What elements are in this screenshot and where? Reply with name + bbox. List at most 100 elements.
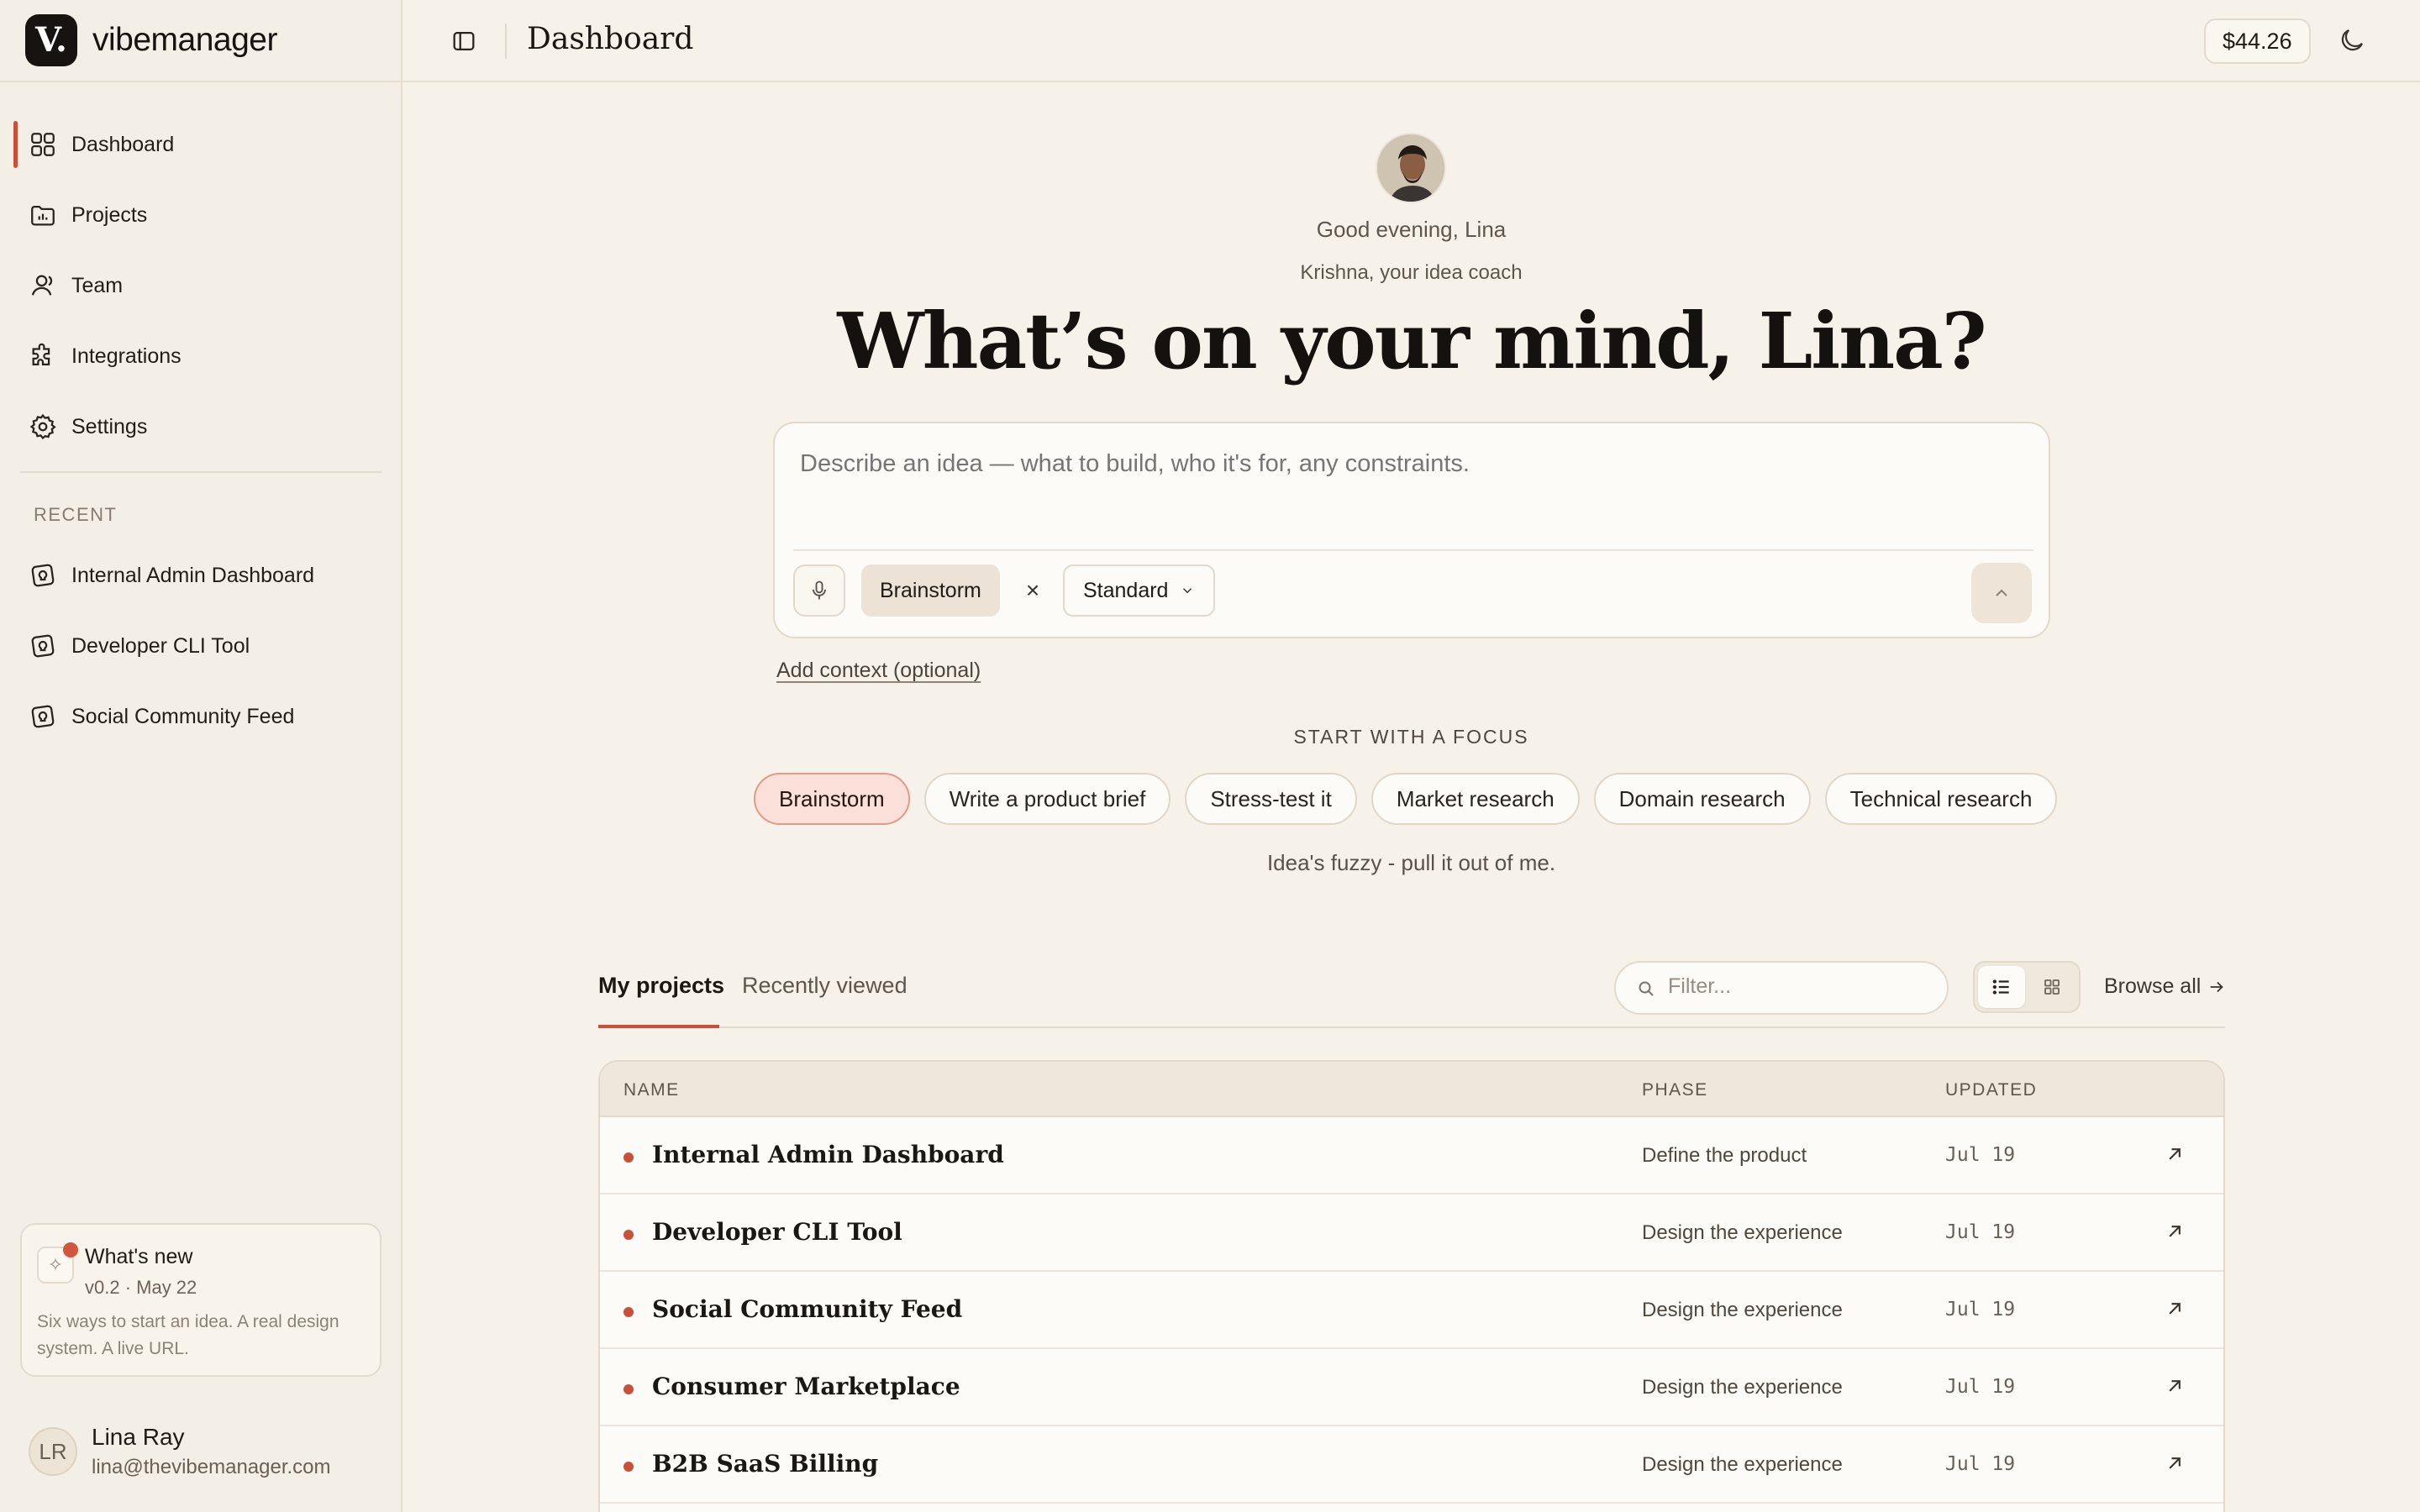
idea-card-icon	[31, 634, 55, 658]
topbar-divider	[505, 24, 507, 59]
tab-my-projects[interactable]: My projects	[598, 973, 724, 1028]
table-row[interactable]: Consumer Marketplace Design the experien…	[600, 1349, 2223, 1426]
submit-button[interactable]	[1971, 563, 2032, 623]
project-phase: Design the experience	[1642, 1299, 1843, 1321]
open-arrow-icon[interactable]	[2163, 1374, 2186, 1398]
column-name[interactable]: NAME	[623, 1080, 680, 1100]
grid-view-button[interactable]	[2028, 966, 2075, 1008]
credit-balance[interactable]: $44.26	[2204, 18, 2311, 64]
recent-item[interactable]: Social Community Feed	[0, 681, 402, 752]
recent-item-label: Developer CLI Tool	[71, 633, 250, 658]
status-dot	[623, 1307, 634, 1317]
open-arrow-icon[interactable]	[2163, 1452, 2186, 1475]
open-arrow-icon[interactable]	[2163, 1297, 2186, 1320]
greeting: Good evening, Lina	[1316, 217, 1507, 242]
chevron-down-icon	[1183, 588, 1192, 594]
project-name: Developer CLI Tool	[652, 1218, 902, 1246]
focus-chip-brainstorm[interactable]: Brainstorm	[754, 773, 910, 825]
sidebar-item-team[interactable]: Team	[0, 250, 402, 321]
filter-field	[1614, 961, 1949, 1015]
sidebar-item-integrations[interactable]: Integrations	[0, 321, 402, 391]
sidebar-divider	[20, 471, 381, 473]
project-name: B2B SaaS Billing	[652, 1450, 879, 1478]
whats-new-title: What's new	[85, 1245, 193, 1268]
user-name: Lina Ray	[92, 1424, 185, 1450]
project-phase: Design the experience	[1642, 1453, 1843, 1476]
recent-item[interactable]: Internal Admin Dashboard	[0, 540, 402, 611]
focus-chip-stress-test[interactable]: Stress-test it	[1185, 773, 1357, 825]
recent-list: Internal Admin Dashboard Developer CLI T…	[0, 540, 402, 752]
column-phase[interactable]: PHASE	[1642, 1080, 1708, 1100]
brand[interactable]: V. vibemanager	[0, 0, 402, 82]
sidebar-toggle-icon[interactable]	[450, 27, 478, 55]
microphone-button[interactable]	[793, 564, 845, 617]
focus-chip-technical-research[interactable]: Technical research	[1824, 773, 2058, 825]
sidebar: V. vibemanager Dashboard Projects Team I…	[0, 0, 402, 1512]
puzzle-icon	[32, 343, 50, 366]
project-phase: Define the product	[1642, 1144, 1807, 1167]
topbar: Dashboard $44.26	[402, 0, 2420, 82]
focus-chip-product-brief[interactable]: Write a product brief	[923, 773, 1171, 825]
idea-card-icon	[31, 564, 55, 587]
project-updated: Jul 19	[1945, 1299, 2016, 1320]
filter-input[interactable]	[1668, 974, 1937, 999]
recent-item-label: Social Community Feed	[71, 704, 295, 728]
idea-card-icon	[31, 705, 55, 728]
avatar: LR	[29, 1427, 77, 1476]
depth-select[interactable]: Standard	[1063, 564, 1216, 617]
logo-letter: V.	[35, 20, 67, 60]
idea-composer: Brainstorm × Standard	[773, 422, 2050, 638]
sidebar-item-settings[interactable]: Settings	[0, 391, 402, 462]
table-row[interactable]: Developer CLI Tool Design the experience…	[600, 1194, 2223, 1272]
sidebar-nav: Dashboard Projects Team Integrations Set…	[0, 109, 402, 462]
open-arrow-icon[interactable]	[2163, 1142, 2186, 1166]
coach-avatar	[1376, 133, 1446, 203]
grid-icon	[31, 133, 55, 156]
mode-chip[interactable]: Brainstorm	[861, 564, 1000, 617]
browse-all-link[interactable]: Browse all	[2104, 974, 2226, 999]
view-toggle	[1973, 961, 2081, 1013]
table-row[interactable]: Internal Admin Dashboard Define the prod…	[600, 1117, 2223, 1194]
grid-icon	[2044, 979, 2060, 995]
sidebar-item-label: Projects	[71, 202, 148, 227]
user-profile[interactable]: LR Lina Ray lina@thevibemanager.com	[29, 1424, 381, 1483]
column-updated[interactable]: UPDATED	[1945, 1080, 2037, 1100]
sidebar-item-dashboard[interactable]: Dashboard	[0, 109, 402, 180]
status-dot	[623, 1230, 634, 1240]
list-view-button[interactable]	[1978, 966, 2025, 1008]
focus-options: Brainstorm Write a product brief Stress-…	[754, 773, 2058, 825]
notification-dot	[63, 1242, 78, 1257]
sidebar-item-label: Integrations	[71, 344, 182, 368]
logo: V.	[25, 14, 77, 66]
status-dot	[623, 1462, 634, 1472]
depth-select-value: Standard	[1083, 578, 1169, 602]
open-arrow-icon[interactable]	[2163, 1220, 2186, 1243]
user-email: lina@thevibemanager.com	[92, 1456, 331, 1478]
hero-heading: What’s on your mind, Lina?	[837, 296, 1986, 386]
whats-new-card[interactable]: ✧ What's new v0.2 · May 22 Six ways to s…	[20, 1223, 381, 1377]
recent-item-label: Internal Admin Dashboard	[71, 563, 315, 587]
project-updated: Jul 19	[1945, 1144, 2016, 1166]
list-icon	[1992, 979, 2009, 995]
focus-hint: Idea's fuzzy - pull it out of me.	[1266, 850, 1556, 875]
brand-name: vibemanager	[92, 22, 277, 58]
sidebar-item-projects[interactable]: Projects	[0, 180, 402, 250]
moon-icon[interactable]	[2337, 25, 2367, 55]
recent-item[interactable]: Developer CLI Tool	[0, 611, 402, 681]
chevron-up-icon	[1996, 589, 2007, 596]
table-header: NAME PHASE UPDATED	[600, 1062, 2223, 1117]
table-row[interactable]: B2B SaaS Billing Design the experience J…	[600, 1426, 2223, 1504]
project-phase: Design the experience	[1642, 1221, 1843, 1244]
table-row[interactable]: Social Community Feed Design the experie…	[600, 1272, 2223, 1349]
project-name: Social Community Feed	[652, 1295, 963, 1323]
focus-chip-market-research[interactable]: Market research	[1370, 773, 1580, 825]
search-icon	[1639, 981, 1654, 996]
sparkle-icon: ✧	[37, 1242, 78, 1284]
add-context-link[interactable]: Add context (optional)	[776, 659, 981, 683]
tab-recently-viewed[interactable]: Recently viewed	[742, 973, 908, 999]
focus-chip-domain-research[interactable]: Domain research	[1593, 773, 1811, 825]
sidebar-item-label: Settings	[71, 414, 148, 438]
close-icon[interactable]: ×	[1018, 576, 1047, 605]
idea-input[interactable]	[800, 450, 2010, 478]
folder-chart-icon	[31, 205, 55, 226]
